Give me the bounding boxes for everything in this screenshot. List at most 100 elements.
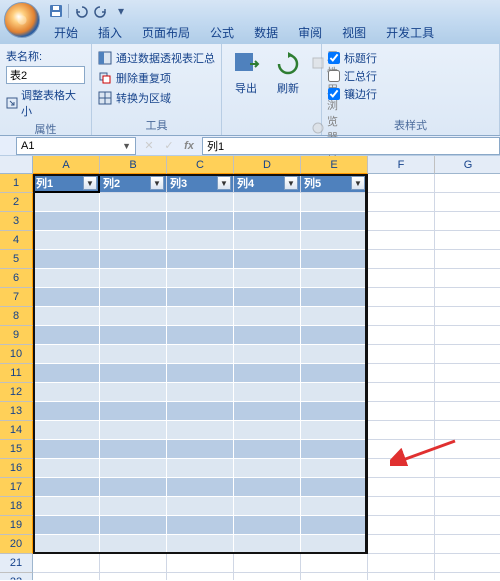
cell[interactable] [100,250,167,269]
row-header[interactable]: 4 [0,231,33,250]
cell[interactable] [234,516,301,535]
banded-rows-checkbox[interactable]: 镶边行 [328,86,493,102]
office-button[interactable] [4,2,40,38]
header-row-checkbox[interactable]: 标题行 [328,50,493,66]
cell[interactable] [33,421,100,440]
cell[interactable] [100,554,167,573]
cell[interactable] [234,535,301,554]
cell[interactable] [167,402,234,421]
cell[interactable] [234,307,301,326]
cell[interactable] [33,231,100,250]
cell[interactable] [167,478,234,497]
cell[interactable] [435,364,500,383]
tab-home[interactable]: 开始 [44,21,88,44]
row-header[interactable]: 20 [0,535,33,554]
cell[interactable] [167,288,234,307]
cell[interactable] [368,174,435,193]
cell[interactable] [435,516,500,535]
cell[interactable]: 列1▼ [33,174,100,193]
cell[interactable] [33,535,100,554]
cell[interactable] [234,459,301,478]
cell[interactable] [167,212,234,231]
cell[interactable] [301,307,368,326]
cell[interactable] [368,421,435,440]
cell[interactable]: 列5▼ [301,174,368,193]
cell[interactable] [234,402,301,421]
column-header[interactable]: A [33,156,100,174]
cell[interactable] [301,535,368,554]
row-header[interactable]: 3 [0,212,33,231]
cell[interactable] [167,459,234,478]
fx-icon[interactable]: fx [182,140,196,152]
cell[interactable] [167,421,234,440]
cell[interactable] [301,497,368,516]
cell[interactable] [301,231,368,250]
cell[interactable] [435,174,500,193]
enter-icon[interactable]: ✓ [162,139,176,152]
column-header[interactable]: B [100,156,167,174]
cell[interactable] [435,269,500,288]
cell[interactable] [301,402,368,421]
filter-dropdown-icon[interactable]: ▼ [284,176,298,190]
cell[interactable] [435,421,500,440]
cell[interactable] [100,364,167,383]
cell[interactable] [368,383,435,402]
cell[interactable] [301,440,368,459]
cell[interactable] [435,402,500,421]
cell[interactable] [435,288,500,307]
cell[interactable] [100,345,167,364]
column-header[interactable]: D [234,156,301,174]
cell[interactable] [167,364,234,383]
cell[interactable] [435,212,500,231]
row-header[interactable]: 5 [0,250,33,269]
cell[interactable] [368,345,435,364]
cell[interactable] [301,459,368,478]
cell[interactable] [368,250,435,269]
convert-range-button[interactable]: 转换为区域 [98,88,215,108]
row-header[interactable]: 1 [0,174,33,193]
cell[interactable] [234,554,301,573]
remove-duplicates-button[interactable]: 删除重复项 [98,68,215,88]
cell[interactable] [301,364,368,383]
row-header[interactable]: 18 [0,497,33,516]
cell[interactable] [435,459,500,478]
cell[interactable] [33,478,100,497]
cell[interactable] [100,212,167,231]
undo-icon[interactable] [73,3,89,19]
tab-page-layout[interactable]: 页面布局 [132,21,200,44]
cell[interactable] [234,326,301,345]
cell[interactable] [234,478,301,497]
qat-more-icon[interactable]: ▾ [113,3,129,19]
cell[interactable] [33,307,100,326]
cell[interactable] [167,497,234,516]
cell[interactable]: 列3▼ [167,174,234,193]
cell[interactable] [100,193,167,212]
cell[interactable] [33,193,100,212]
row-header[interactable]: 6 [0,269,33,288]
cell[interactable] [368,573,435,580]
cell[interactable] [234,345,301,364]
cell[interactable] [368,288,435,307]
cell[interactable] [368,326,435,345]
cell[interactable] [234,573,301,580]
cell[interactable] [368,459,435,478]
cell[interactable] [435,554,500,573]
cell[interactable] [33,326,100,345]
summarize-pivot-button[interactable]: 通过数据透视表汇总 [98,48,215,68]
cell[interactable] [167,250,234,269]
cell[interactable] [100,231,167,250]
row-header[interactable]: 11 [0,364,33,383]
formula-input[interactable] [202,137,500,155]
cells-area[interactable]: 列1▼列2▼列3▼列4▼列5▼ [33,174,500,580]
redo-icon[interactable] [93,3,109,19]
cell[interactable] [234,497,301,516]
cell[interactable] [368,307,435,326]
cell[interactable] [33,269,100,288]
row-header[interactable]: 22 [0,573,33,580]
cell[interactable] [33,459,100,478]
row-header[interactable]: 15 [0,440,33,459]
cell[interactable] [167,440,234,459]
cell[interactable] [167,554,234,573]
cell[interactable] [100,269,167,288]
cell[interactable] [234,421,301,440]
